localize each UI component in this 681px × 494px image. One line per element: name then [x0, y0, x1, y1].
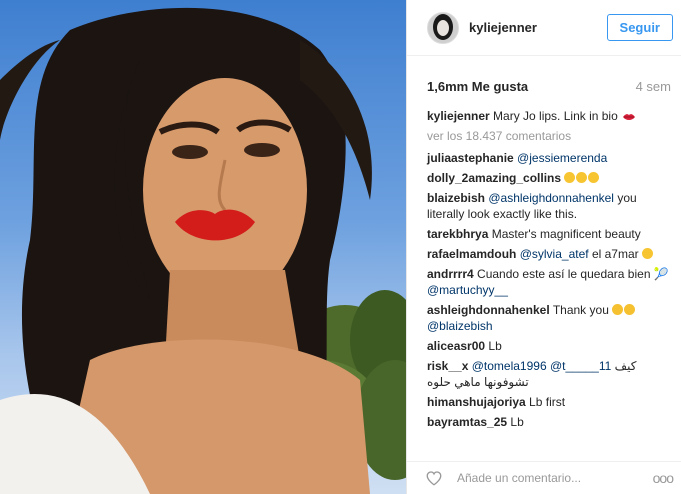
comment-text: Cuando este así le quedara bien: [477, 267, 651, 281]
post-photo[interactable]: [0, 0, 406, 494]
comment-username[interactable]: ashleighdonnahenkel: [427, 303, 550, 317]
comment-row: ashleighdonnahenkel Thank you @blaizebis…: [427, 302, 671, 334]
tears-of-joy-emoji-icon: [612, 304, 624, 315]
kiss-lips-icon: [623, 113, 636, 120]
comment-username[interactable]: blaizebish: [427, 191, 485, 205]
comment-username[interactable]: andrrrr4: [427, 267, 474, 281]
comment-mention[interactable]: @tomela1996: [472, 359, 547, 373]
comment-row: juliaastephanie @jessiemerenda: [427, 150, 671, 166]
comment-row: himanshujajoriya Lb first: [427, 394, 671, 410]
follow-button[interactable]: Seguir: [606, 14, 673, 41]
heart-icon[interactable]: [425, 469, 443, 487]
comment-mention[interactable]: @t_____11: [550, 359, 611, 373]
heart-eyes-emoji-icon: [588, 172, 600, 183]
comment-row: rafaelmamdouh @sylvia_atef el a7mar: [427, 246, 671, 262]
view-all-comments-link[interactable]: ver los 18.437 comentarios: [427, 128, 671, 144]
comment-row: andrrrr4 Cuando este así le quedara bien…: [427, 266, 671, 298]
post-header: kyliejenner Seguir: [407, 0, 681, 56]
comment-username[interactable]: juliaastephanie: [427, 151, 514, 165]
comment-mention[interactable]: @ashleighdonnahenkel: [488, 191, 614, 205]
comment-text: Lb: [510, 415, 524, 429]
comment-username[interactable]: dolly_2amazing_collins: [427, 171, 561, 185]
comment-text: el a7mar: [591, 247, 639, 261]
add-comment-input[interactable]: [455, 470, 653, 486]
heart-eyes-emoji-icon: [576, 172, 588, 183]
more-options-icon[interactable]: ooo: [653, 470, 674, 486]
comment-username[interactable]: aliceasr00: [427, 339, 485, 353]
comment-username[interactable]: tarekbhrya: [427, 227, 488, 241]
comment-username[interactable]: himanshujajoriya: [427, 395, 526, 409]
comment-mention[interactable]: @jessiemerenda: [517, 151, 607, 165]
comment-row: risk__x @tomela1996 @t_____11 كيف تشوفون…: [427, 358, 671, 390]
comment-list: kyliejenner Mary Jo lips. Link in bio ve…: [407, 104, 681, 430]
comment-row: aliceasr00 Lb: [427, 338, 671, 354]
smile-emoji-icon: [641, 248, 653, 259]
comment-mention[interactable]: @sylvia_atef: [520, 247, 589, 261]
comment-row: bayramtas_25 Lb: [427, 414, 671, 430]
post-viewer: kyliejenner Seguir 1,6mm Me gusta 4 sem …: [0, 0, 681, 494]
selfie-image: [0, 7, 406, 494]
profile-username[interactable]: kyliejenner: [469, 20, 607, 35]
comment-row: blaizebish @ashleighdonnahenkel you lite…: [427, 190, 671, 222]
comment-username[interactable]: rafaelmamdouh: [427, 247, 516, 261]
caption-username[interactable]: kyliejenner: [427, 109, 490, 123]
caption-text: Mary Jo lips. Link in bio: [493, 109, 618, 123]
comment-row: dolly_2amazing_collins: [427, 170, 671, 186]
comment-row: tarekbhrya Master's magnificent beauty: [427, 226, 671, 242]
post-details-panel: kyliejenner Seguir 1,6mm Me gusta 4 sem …: [406, 0, 681, 494]
emoji-glyph: 🎾: [653, 267, 669, 281]
comment-text: ماهي حلوه: [427, 375, 481, 389]
comment-bar: ooo: [407, 461, 681, 494]
heart-eyes-emoji-icon: [564, 172, 576, 183]
comment-text: Thank you: [552, 303, 609, 317]
comment-text: Lb first: [529, 395, 566, 409]
comment-mention[interactable]: @martuchyy__: [427, 283, 508, 297]
post-age[interactable]: 4 sem: [636, 79, 671, 94]
comment-username[interactable]: risk__x: [427, 359, 468, 373]
comment-mention[interactable]: @blaizebish: [427, 319, 493, 333]
comment-username[interactable]: bayramtas_25: [427, 415, 507, 429]
post-stats: 1,6mm Me gusta 4 sem: [407, 68, 681, 104]
comment-text: Master's magnificent beauty: [491, 227, 641, 241]
caption: kyliejenner Mary Jo lips. Link in bio: [427, 108, 671, 124]
likes-count[interactable]: 1,6mm Me gusta: [427, 79, 528, 94]
tears-of-joy-emoji-icon: [624, 304, 636, 315]
profile-avatar[interactable]: [427, 11, 459, 44]
comment-text: Lb: [488, 339, 502, 353]
avatar-image: [428, 12, 458, 43]
